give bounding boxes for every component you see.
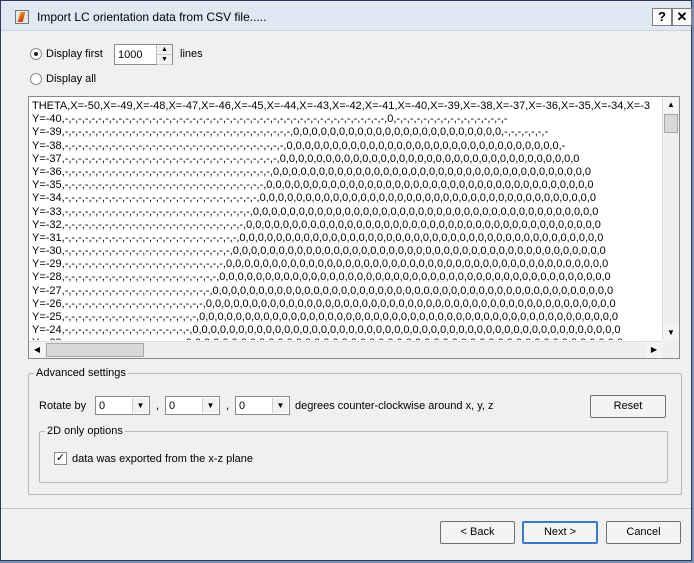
display-first-radio[interactable]	[30, 48, 42, 60]
csv-line: Y=-37,-,-,-,-,-,-,-,-,-,-,-,-,-,-,-,-,-,…	[32, 152, 580, 165]
lines-count-value[interactable]: 1000	[118, 49, 142, 61]
csv-line: Y=-24,-,-,-,-,-,-,-,-,-,-,-,-,-,-,-,-,-,…	[32, 324, 621, 337]
horizontal-scrollbar[interactable]: ◀ ▶	[29, 341, 662, 358]
scroll-down-icon[interactable]: ▼	[663, 325, 679, 341]
rotate-z-value: 0	[239, 400, 246, 412]
import-dialog: Import LC orientation data from CSV file…	[0, 0, 692, 561]
csv-line: Y=-23,-,-,-,-,-,-,-,-,-,-,-,-,-,-,-,-,-,…	[32, 337, 661, 340]
csv-line: Y=-30,-,-,-,-,-,-,-,-,-,-,-,-,-,-,-,-,-,…	[32, 245, 606, 258]
csv-line: Y=-35,-,-,-,-,-,-,-,-,-,-,-,-,-,-,-,-,-,…	[32, 179, 594, 192]
back-button[interactable]: < Back	[440, 521, 515, 544]
scroll-right-icon[interactable]: ▶	[646, 342, 662, 358]
rotate-z-combo[interactable]: 0 ▼	[235, 396, 290, 415]
advanced-settings-legend: Advanced settings	[36, 367, 126, 379]
spinner-buttons: ▲ ▼	[156, 45, 172, 65]
cancel-button[interactable]: Cancel	[606, 521, 681, 544]
csv-preview-text: THETA,X=-50,X=-49,X=-48,X=-47,X=-46,X=-4…	[32, 100, 661, 340]
csv-line: Y=-29,-,-,-,-,-,-,-,-,-,-,-,-,-,-,-,-,-,…	[32, 258, 609, 271]
rotate-y-value: 0	[169, 400, 176, 412]
help-button[interactable]: ?	[652, 8, 672, 26]
scroll-left-icon[interactable]: ◀	[29, 342, 45, 358]
rotate-x-value: 0	[99, 400, 106, 412]
csv-line: Y=-31,-,-,-,-,-,-,-,-,-,-,-,-,-,-,-,-,-,…	[32, 231, 604, 244]
csv-line: THETA,X=-50,X=-49,X=-48,X=-47,X=-46,X=-4…	[32, 100, 650, 112]
spin-down-icon[interactable]: ▼	[157, 55, 172, 65]
csv-line: Y=-33,-,-,-,-,-,-,-,-,-,-,-,-,-,-,-,-,-,…	[32, 205, 599, 218]
reset-button[interactable]: Reset	[590, 395, 666, 418]
rotate-label: Rotate by	[39, 400, 87, 412]
display-first-label: Display first	[46, 48, 103, 60]
scroll-up-icon[interactable]: ▲	[663, 97, 679, 113]
comma-separator: ,	[156, 400, 160, 412]
csv-line: Y=-28,-,-,-,-,-,-,-,-,-,-,-,-,-,-,-,-,-,…	[32, 271, 611, 284]
degrees-label: degrees counter-clockwise around x, y, z	[295, 400, 494, 412]
scroll-corner	[662, 341, 679, 358]
rotate-y-combo[interactable]: 0 ▼	[165, 396, 220, 415]
lines-label: lines	[180, 48, 203, 60]
chevron-down-icon[interactable]: ▼	[132, 398, 148, 413]
lines-count-spinner[interactable]: 1000 ▲ ▼	[114, 44, 173, 65]
chevron-down-icon[interactable]: ▼	[272, 398, 288, 413]
csv-preview[interactable]: THETA,X=-50,X=-49,X=-48,X=-47,X=-46,X=-4…	[28, 96, 680, 359]
csv-line: Y=-26,-,-,-,-,-,-,-,-,-,-,-,-,-,-,-,-,-,…	[32, 297, 616, 310]
csv-line: Y=-36,-,-,-,-,-,-,-,-,-,-,-,-,-,-,-,-,-,…	[32, 165, 592, 178]
xz-plane-checkbox[interactable]: ✓	[54, 452, 67, 465]
rotate-x-combo[interactable]: 0 ▼	[95, 396, 150, 415]
2d-options-legend: 2D only options	[47, 425, 123, 437]
spin-up-icon[interactable]: ▲	[157, 45, 172, 55]
display-all-label: Display all	[46, 73, 97, 85]
vertical-scrollbar[interactable]: ▲ ▼	[662, 97, 679, 341]
horizontal-scroll-thumb[interactable]	[46, 343, 144, 357]
footer-separator	[1, 508, 691, 509]
csv-line: Y=-32,-,-,-,-,-,-,-,-,-,-,-,-,-,-,-,-,-,…	[32, 218, 601, 231]
vertical-scroll-thumb[interactable]	[664, 114, 678, 133]
window-title: Import LC orientation data from CSV file…	[37, 10, 267, 24]
close-button[interactable]: ✕	[672, 8, 692, 26]
csv-line: Y=-38,-,-,-,-,-,-,-,-,-,-,-,-,-,-,-,-,-,…	[32, 139, 566, 152]
csv-line: Y=-40,-,-,-,-,-,-,-,-,-,-,-,-,-,-,-,-,-,…	[32, 113, 508, 126]
next-button[interactable]: Next >	[522, 521, 598, 544]
comma-separator: ,	[226, 400, 230, 412]
chevron-down-icon[interactable]: ▼	[202, 398, 218, 413]
csv-line: Y=-27,-,-,-,-,-,-,-,-,-,-,-,-,-,-,-,-,-,…	[32, 284, 614, 297]
title-bar: Import LC orientation data from CSV file…	[1, 1, 692, 31]
csv-line: Y=-25,-,-,-,-,-,-,-,-,-,-,-,-,-,-,-,-,-,…	[32, 311, 619, 323]
csv-line: Y=-39,-,-,-,-,-,-,-,-,-,-,-,-,-,-,-,-,-,…	[32, 126, 549, 139]
app-icon	[15, 10, 29, 24]
xz-plane-label: data was exported from the x-z plane	[72, 453, 253, 465]
display-all-radio[interactable]	[30, 73, 42, 85]
csv-line: Y=-34,-,-,-,-,-,-,-,-,-,-,-,-,-,-,-,-,-,…	[32, 192, 596, 205]
